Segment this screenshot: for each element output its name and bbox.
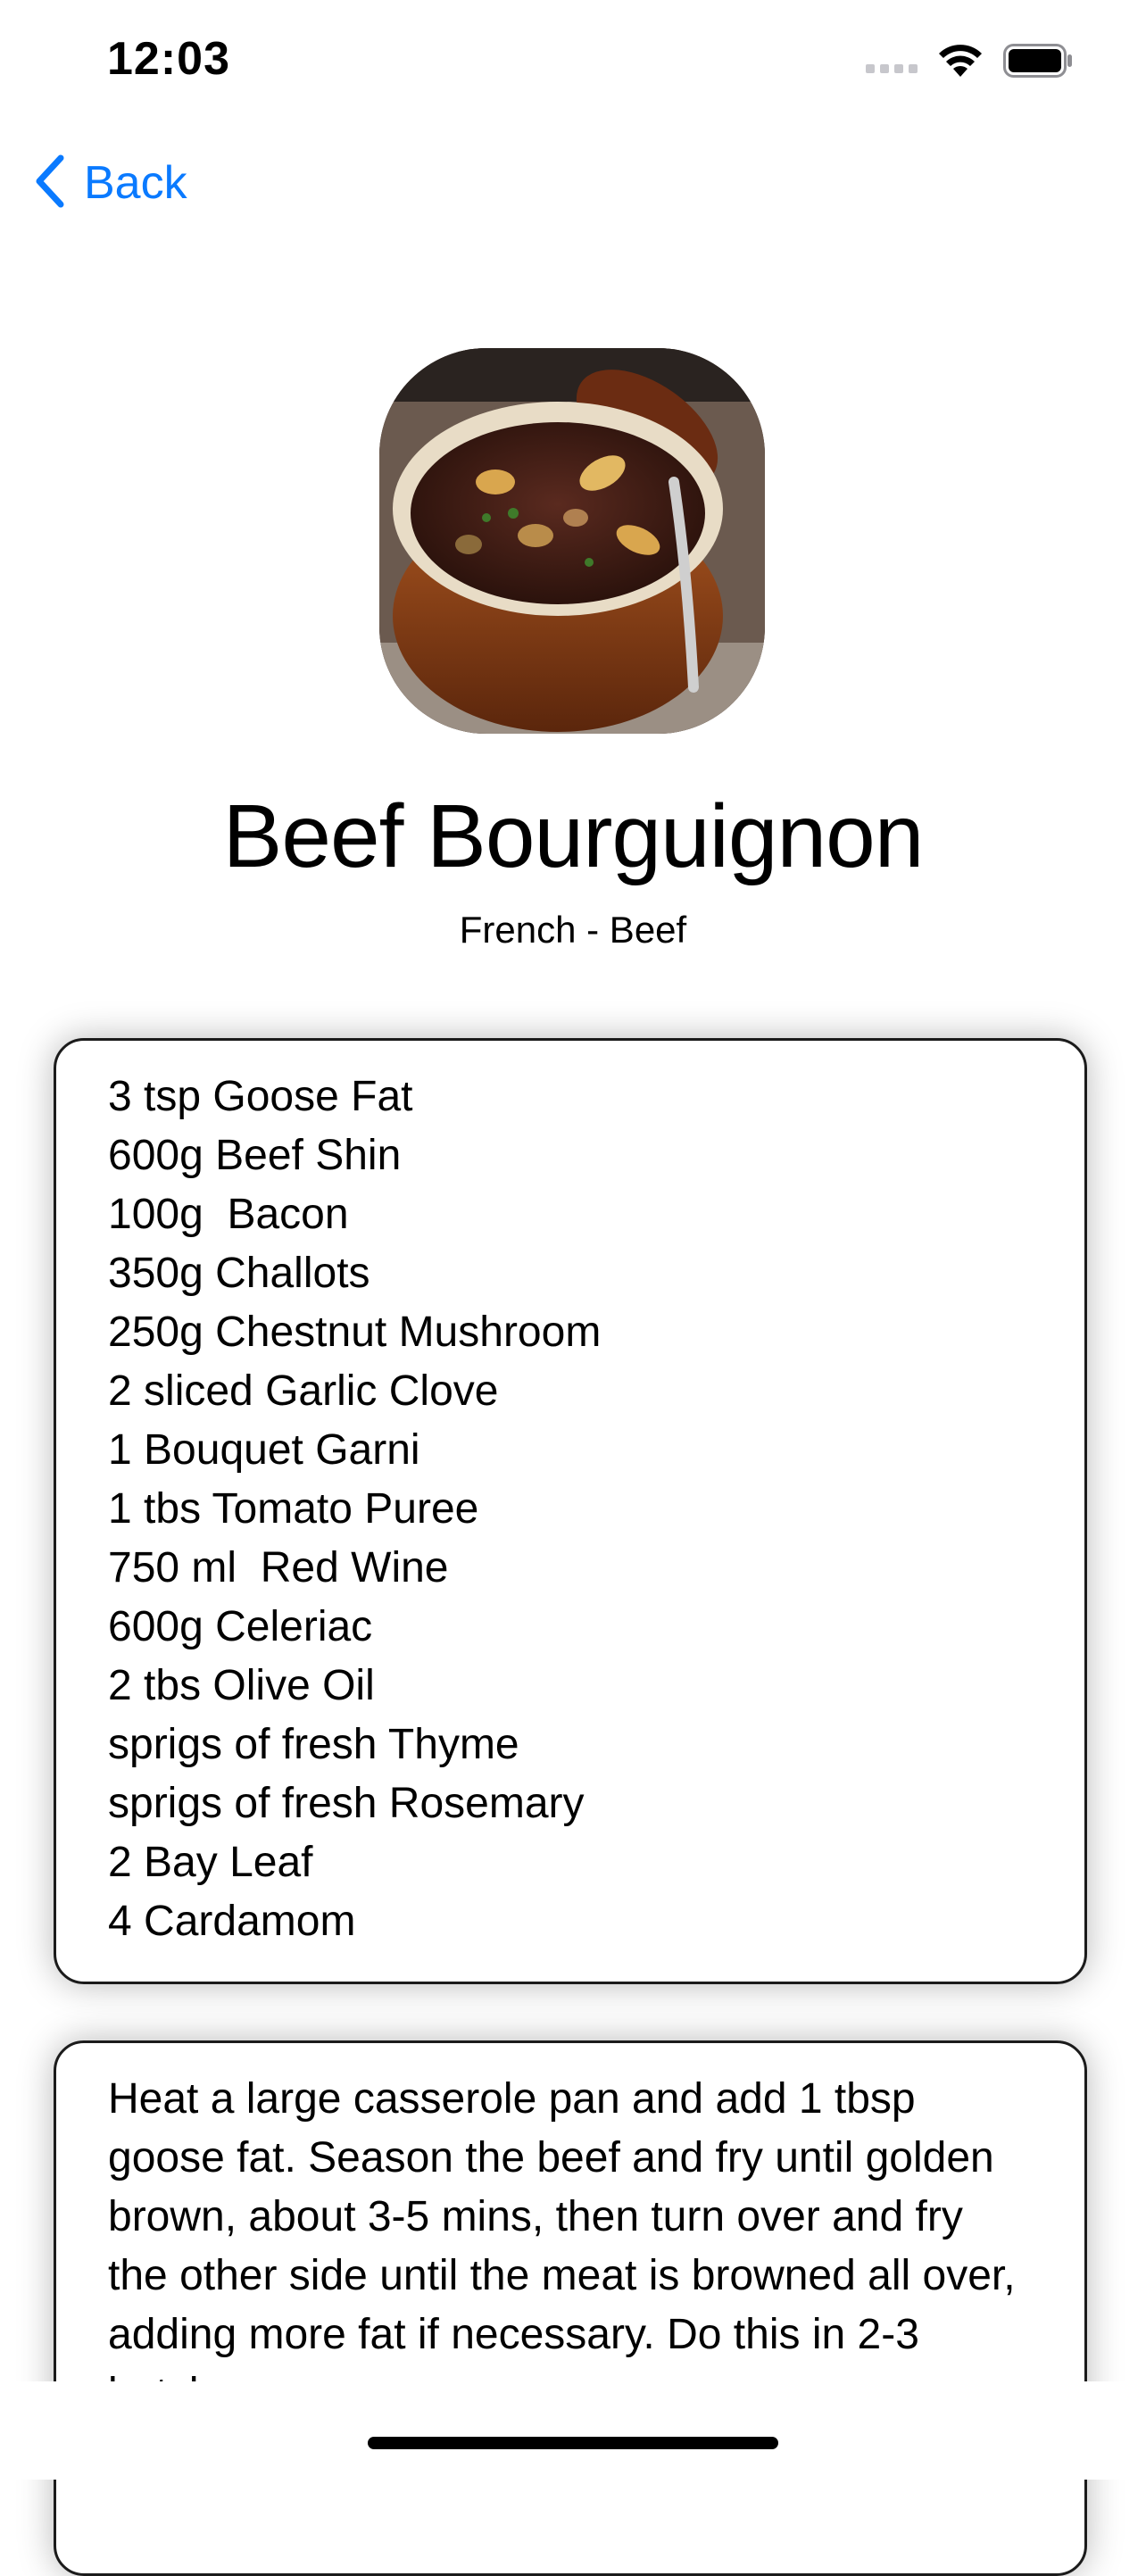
ingredient-item: 2 tbs Olive Oil [108, 1662, 375, 1709]
home-indicator[interactable] [368, 2437, 778, 2449]
ingredient-item: 600g Beef Shin [108, 1132, 402, 1179]
ingredient-item: 350g Challots [108, 1250, 370, 1297]
ingredient-item: 1 tbs Tomato Puree [108, 1485, 479, 1533]
ingredient-item: 3 tsp Goose Fat [108, 1073, 413, 1120]
recipe-title: Beef Bourguignon [222, 786, 925, 886]
status-time: 12:03 [107, 33, 230, 85]
back-button[interactable]: Back [34, 152, 187, 214]
ingredient-item: 600g Celeriac [108, 1603, 373, 1650]
ingredient-item: 4 Cardamom [108, 1898, 356, 1945]
cellular-signal-icon [866, 48, 918, 73]
ingredient-item: sprigs of fresh Rosemary [108, 1780, 585, 1827]
ingredient-item: 1 Bouquet Garni [108, 1426, 420, 1474]
wifi-icon [937, 43, 984, 79]
status-icons [866, 43, 1073, 79]
ingredient-list: 3 tsp Goose Fat 600g Beef Shin 100g Baco… [108, 1068, 1033, 1951]
ingredients-card: 3 tsp Goose Fat 600g Beef Shin 100g Baco… [54, 1038, 1087, 1984]
bottom-safe-area [0, 2381, 1146, 2480]
chevron-left-icon [34, 154, 66, 212]
ingredient-item: sprigs of fresh Thyme [108, 1721, 519, 1768]
recipe-image [379, 348, 765, 734]
ingredient-item: 100g Bacon [108, 1191, 349, 1238]
instructions-card: Heat a large casserole pan and add 1 tbs… [54, 2040, 1087, 2576]
ingredient-item: 2 Bay Leaf [108, 1839, 313, 1886]
back-label: Back [84, 157, 187, 209]
instructions-text: Heat a large casserole pan and add 1 tbs… [108, 2075, 1016, 2417]
ingredient-item: 2 sliced Garlic Clove [108, 1367, 499, 1415]
ingredient-item: 250g Chestnut Mushroom [108, 1309, 602, 1356]
recipe-subtitle: French - Beef [459, 909, 687, 951]
status-bar: 12:03 [0, 0, 1146, 125]
ingredient-item: 750 ml Red Wine [108, 1544, 449, 1591]
battery-icon [1003, 44, 1073, 78]
